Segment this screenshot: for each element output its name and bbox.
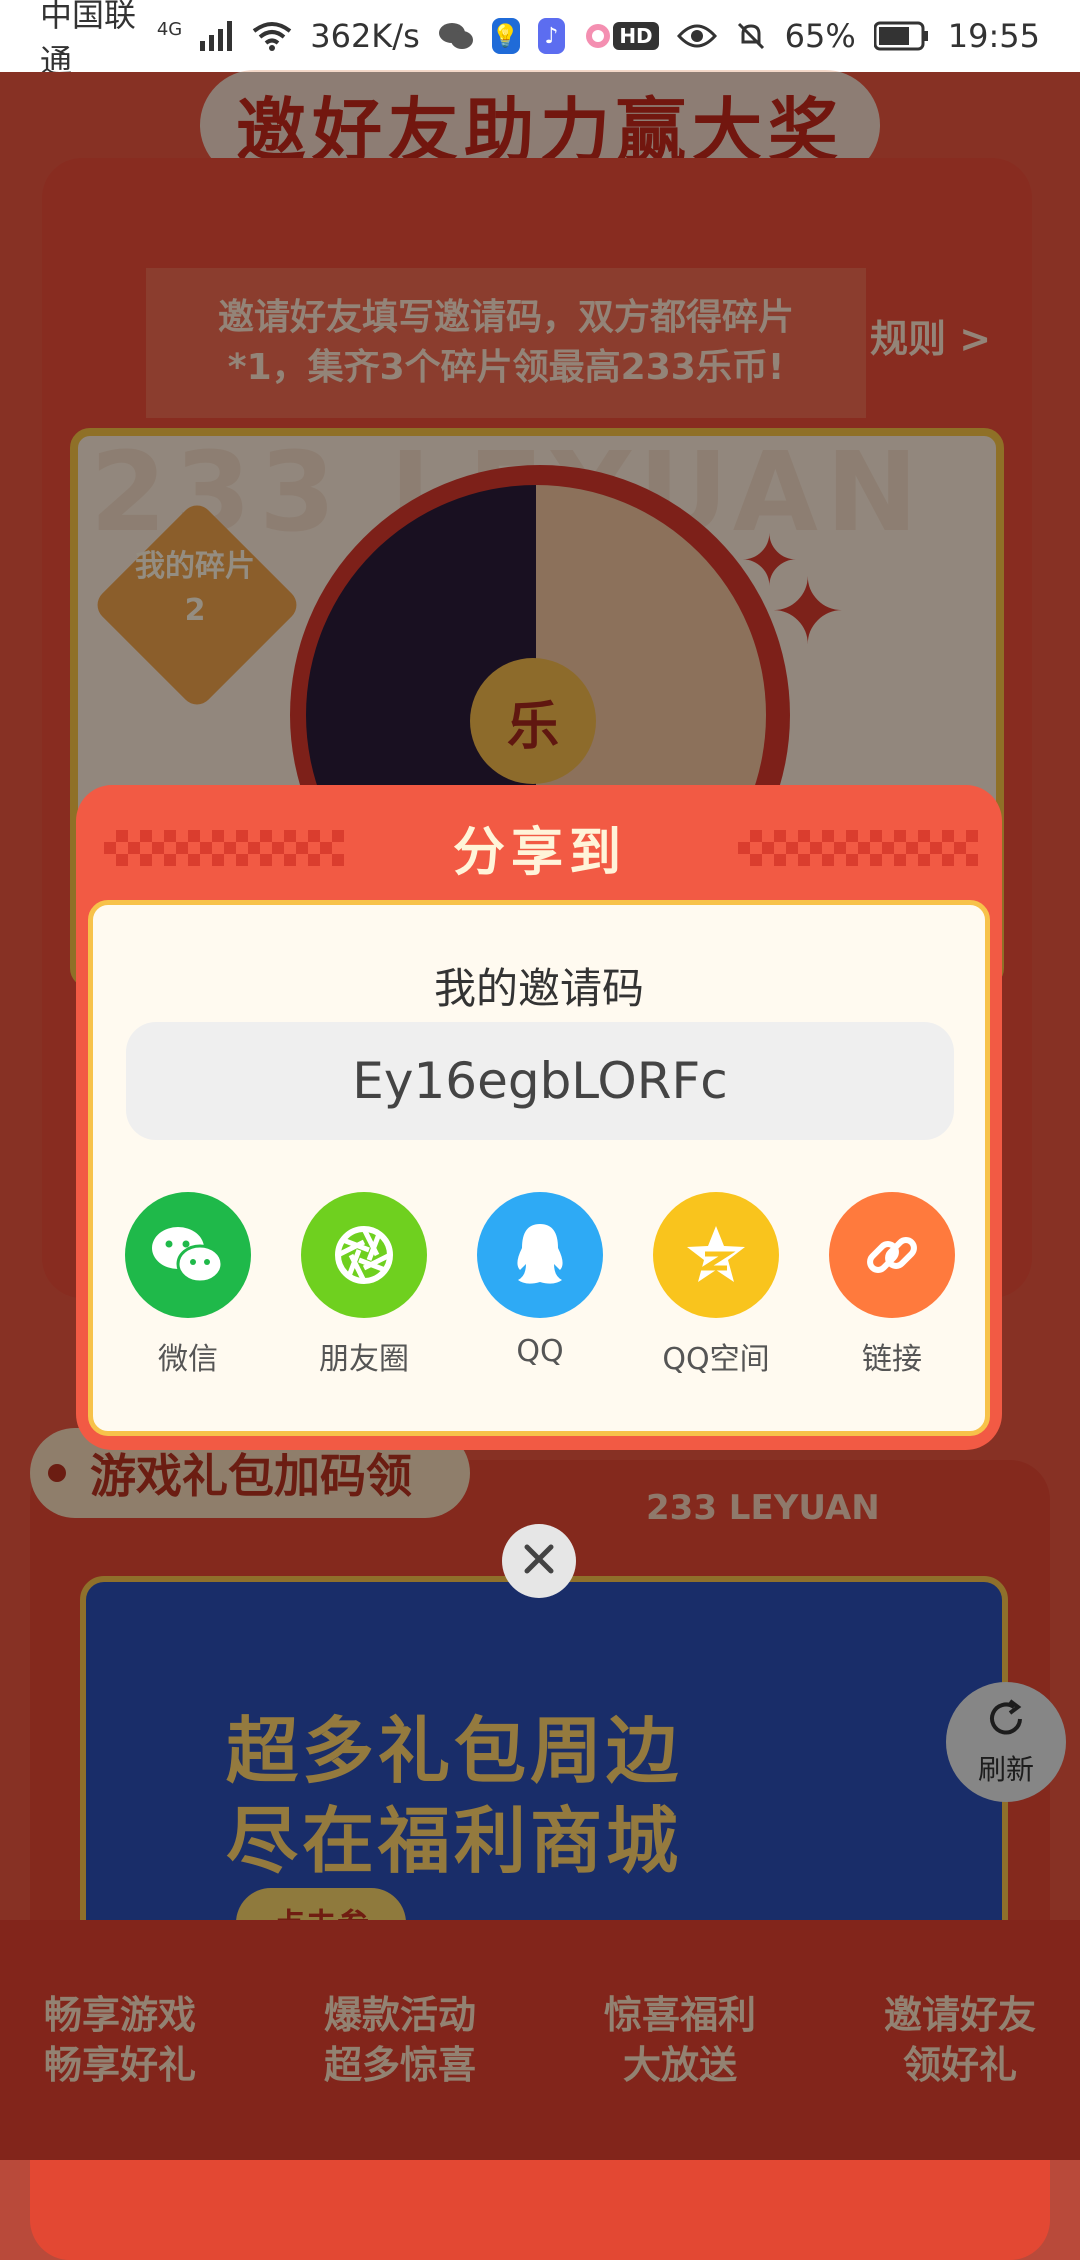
- share-label: QQ: [516, 1334, 564, 1369]
- qzone-icon: [653, 1192, 779, 1318]
- signal-icon: [200, 21, 234, 51]
- share-label: 朋友圈: [319, 1342, 409, 1377]
- share-label: 微信: [158, 1342, 218, 1377]
- net-speed: 362K/s: [310, 17, 420, 55]
- clock: 19:55: [947, 17, 1040, 55]
- share-label: QQ空间: [662, 1342, 770, 1377]
- network-type: 4G: [156, 18, 183, 40]
- checker-decoration-left: [104, 830, 344, 866]
- qq-icon: [477, 1192, 603, 1318]
- eye-icon: [676, 22, 717, 50]
- battery-icon: [873, 21, 930, 51]
- share-modal-title: 分享到: [452, 823, 627, 883]
- close-modal-button[interactable]: [502, 1524, 576, 1598]
- app-notify-icon: [583, 21, 613, 51]
- share-label: 链接: [862, 1342, 922, 1377]
- music-notify-icon: ♪: [537, 18, 566, 54]
- wechat-icon: [125, 1192, 251, 1318]
- status-bar: 中国联通 4G 362K/s 💡 ♪ HD 65% 19:55: [0, 0, 1080, 80]
- wifi-icon: [252, 21, 292, 51]
- status-right: HD 65% 19:55: [613, 17, 1040, 55]
- share-qzone[interactable]: QQ空间: [646, 1192, 786, 1378]
- share-moments[interactable]: 朋友圈: [294, 1192, 434, 1378]
- checker-decoration-right: [738, 830, 978, 866]
- battery-percent: 65%: [784, 17, 856, 55]
- share-link[interactable]: 链接: [822, 1192, 962, 1378]
- share-wechat[interactable]: 微信: [118, 1192, 258, 1378]
- invite-code-field[interactable]: Ey16egbLORFc: [126, 1022, 954, 1140]
- mute-bell-icon: [735, 20, 767, 52]
- wechat-notify-icon: [438, 21, 474, 51]
- close-icon: [521, 1541, 557, 1581]
- bulb-notify-icon: 💡: [491, 18, 520, 54]
- link-icon: [829, 1192, 955, 1318]
- moments-icon: [301, 1192, 427, 1318]
- carrier-name: 中国联通: [40, 0, 137, 80]
- invite-code-label: 我的邀请码: [433, 964, 644, 1013]
- share-qq[interactable]: QQ: [470, 1192, 610, 1369]
- hd-badge: HD: [613, 22, 659, 50]
